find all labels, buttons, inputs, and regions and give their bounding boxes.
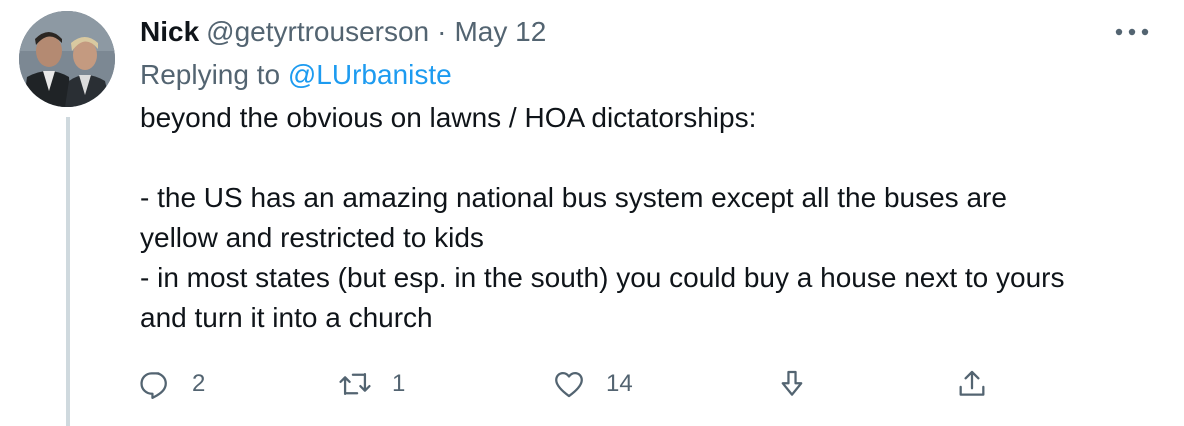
- tweet-date[interactable]: May 12: [454, 12, 546, 52]
- download-button[interactable]: [775, 364, 809, 404]
- tweet-text-line: beyond the obvious on lawns / HOA dictat…: [140, 102, 757, 133]
- download-icon: [781, 370, 803, 396]
- like-count: 14: [606, 370, 633, 397]
- tweet-text-line: and turn it into a church: [140, 302, 433, 333]
- retweet-icon: [339, 372, 371, 396]
- tweet-text: beyond the obvious on lawns / HOA dictat…: [140, 98, 1170, 338]
- replying-to-label: Replying to: [140, 59, 281, 90]
- tweet-text-line: yellow and restricted to kids: [140, 222, 484, 253]
- reply-button[interactable]: 2: [138, 364, 205, 404]
- separator-dot: ·: [437, 16, 447, 47]
- avatar-photo: [19, 11, 115, 107]
- tweet-text-line: - in most states (but esp. in the south)…: [140, 262, 1065, 293]
- more-horizontal-icon: [1115, 28, 1149, 36]
- reply-count: 2: [192, 370, 206, 397]
- heart-icon: [555, 371, 583, 398]
- more-options-button[interactable]: [1112, 18, 1152, 46]
- author-handle[interactable]: @getyrtrouserson: [206, 12, 429, 52]
- retweet-count: 1: [392, 370, 406, 397]
- share-button[interactable]: [955, 364, 989, 404]
- tweet-text-line: - the US has an amazing national bus sys…: [140, 182, 1007, 213]
- avatar[interactable]: [19, 11, 115, 107]
- tweet[interactable]: Nick @getyrtrouserson · May 12 Replying …: [0, 0, 1184, 426]
- mention-link[interactable]: @LUrbaniste: [288, 59, 452, 90]
- author-name[interactable]: Nick: [140, 12, 199, 52]
- tweet-header: Nick @getyrtrouserson · May 12: [140, 12, 546, 52]
- replying-to: Replying to @LUrbaniste: [140, 56, 452, 94]
- share-icon: [959, 370, 985, 396]
- thread-connector: [66, 117, 70, 426]
- reply-icon: [140, 372, 167, 400]
- retweet-button[interactable]: 1: [338, 364, 405, 404]
- tweet-text-line: [140, 138, 1170, 178]
- like-button[interactable]: 14: [552, 364, 633, 404]
